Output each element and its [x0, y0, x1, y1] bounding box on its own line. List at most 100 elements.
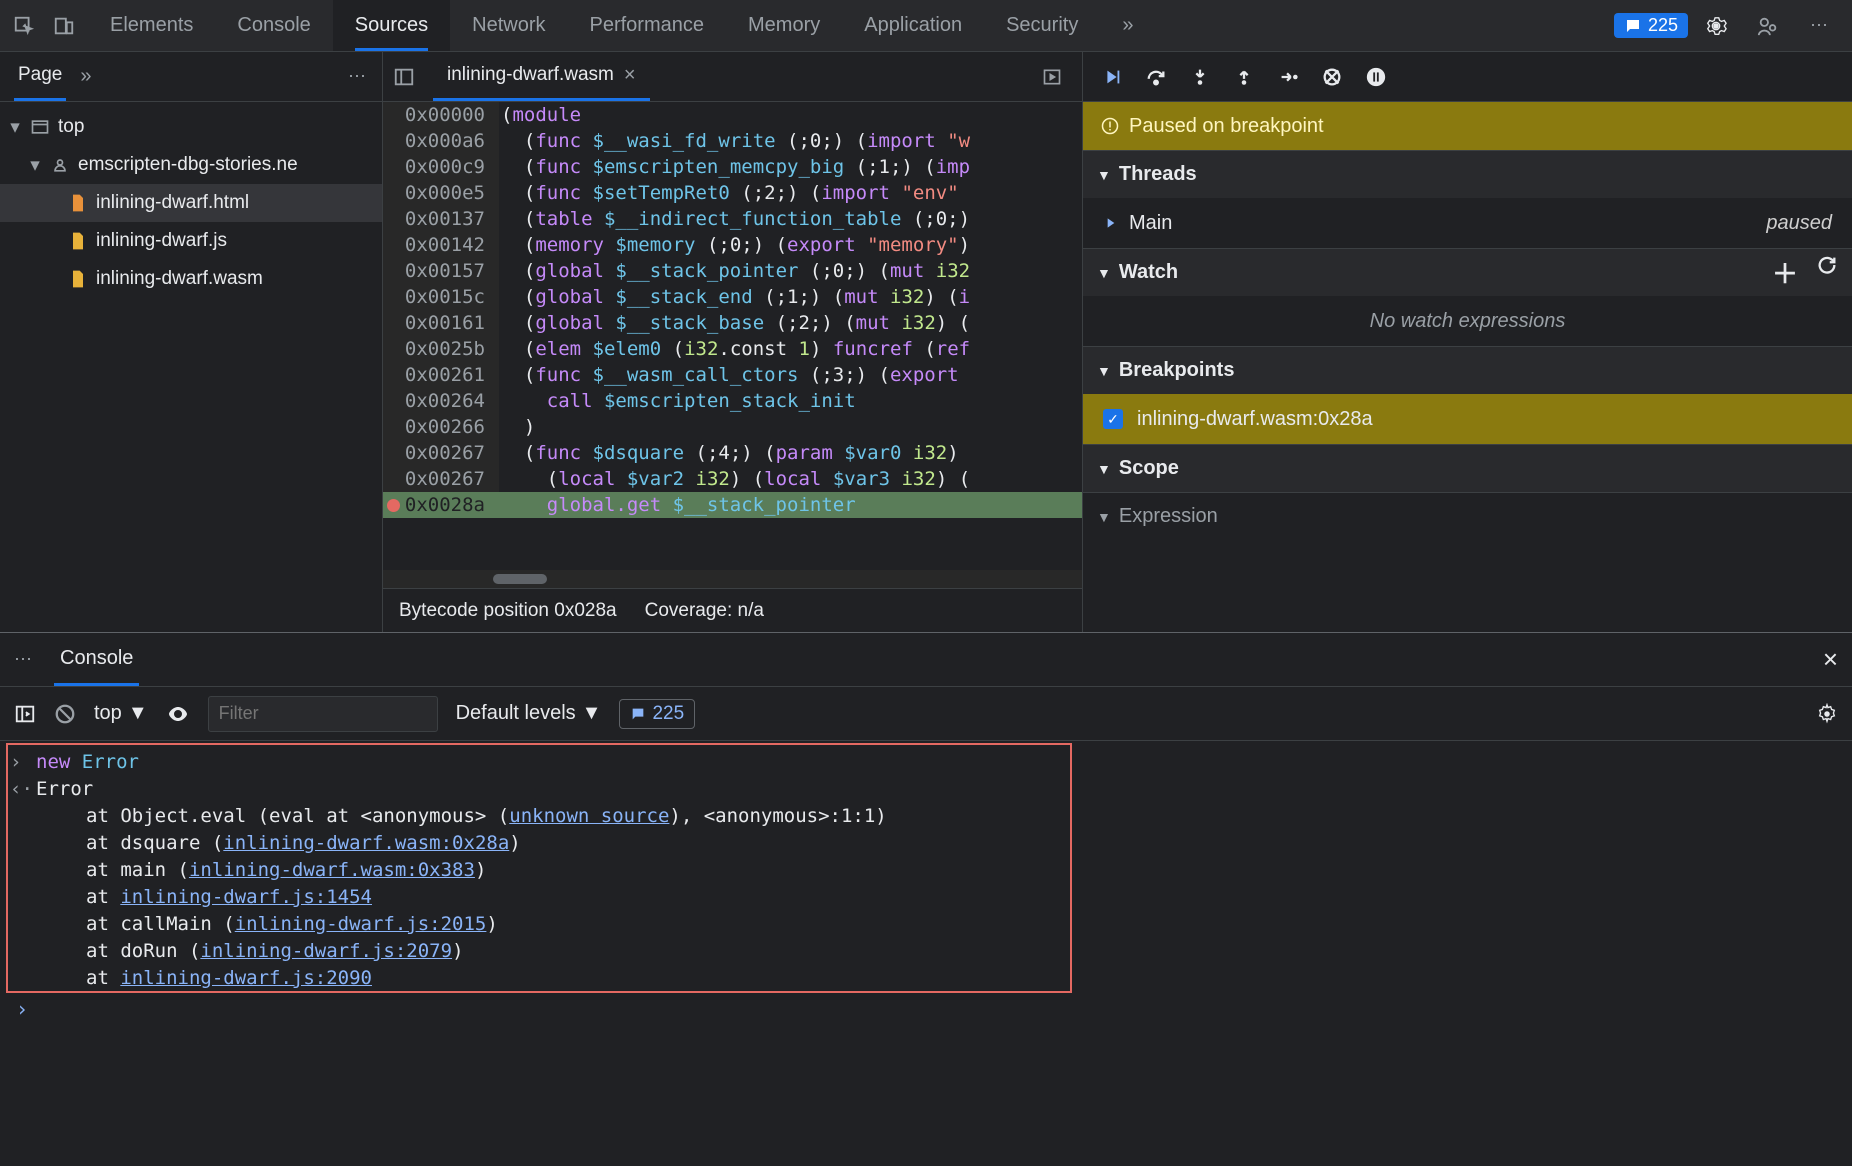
code-text: (global $__stack_pointer (;0;) (mut i32 [499, 258, 1082, 284]
tree-file[interactable]: inlining-dwarf.html [0, 184, 382, 222]
gutter-address[interactable]: 0x000a6 [383, 128, 499, 154]
main-tab-security[interactable]: Security [984, 0, 1100, 51]
tree-origin[interactable]: ▾ emscripten-dbg-stories.ne [0, 146, 382, 184]
main-tab-memory[interactable]: Memory [726, 0, 842, 51]
code-line[interactable]: 0x000e5 (func $setTempRet0 (;2;) (import… [383, 180, 1082, 206]
tree-frame-top[interactable]: ▾ top [0, 108, 382, 146]
step-into-icon[interactable] [1189, 66, 1211, 88]
console-filter-input[interactable] [208, 696, 438, 732]
code-line[interactable]: 0x00137 (table $__indirect_function_tabl… [383, 206, 1082, 232]
code-line[interactable]: 0x00267 (local $var2 i32) (local $var3 i… [383, 466, 1082, 492]
gutter-address[interactable]: 0x0025b [383, 336, 499, 362]
t: at main ( [86, 859, 189, 881]
gutter-address[interactable]: 0x00261 [383, 362, 499, 388]
tree-file[interactable]: inlining-dwarf.wasm [0, 260, 382, 298]
console-issues-badge[interactable]: 225 [619, 699, 695, 729]
gutter-address[interactable]: 0x00161 [383, 310, 499, 336]
source-link[interactable]: unknown source [509, 805, 669, 827]
gutter-address[interactable]: 0x00157 [383, 258, 499, 284]
code-line[interactable]: 0x00157 (global $__stack_pointer (;0;) (… [383, 258, 1082, 284]
gutter-address[interactable]: 0x00264 [383, 388, 499, 414]
close-icon[interactable]: × [624, 64, 636, 87]
clear-console-icon[interactable] [54, 703, 76, 725]
drawer-more-icon[interactable]: ⋯ [14, 649, 34, 670]
breakpoint-row[interactable]: ✓ inlining-dwarf.wasm:0x28a [1083, 394, 1852, 444]
live-expression-icon[interactable] [166, 702, 190, 726]
gutter-address[interactable]: 0x00142 [383, 232, 499, 258]
main-tab-network[interactable]: Network [450, 0, 567, 51]
gutter-address[interactable]: 0x000e5 [383, 180, 499, 206]
console-settings-icon[interactable] [1816, 703, 1838, 725]
breakpoints-section-header[interactable]: ▼Breakpoints [1083, 346, 1852, 394]
gutter-address[interactable]: 0x000c9 [383, 154, 499, 180]
scope-expression-header[interactable]: ▼Expression [1083, 492, 1852, 540]
threads-section-header[interactable]: ▼Threads [1083, 150, 1852, 198]
code-line[interactable]: 0x00266 ) [383, 414, 1082, 440]
breakpoint-checkbox[interactable]: ✓ [1103, 409, 1123, 429]
step-icon[interactable] [1277, 66, 1299, 88]
log-levels-selector[interactable]: Default levels ▼ [456, 702, 602, 725]
code-editor[interactable]: 0x00000(module0x000a6 (func $__wasi_fd_w… [383, 102, 1082, 570]
step-over-icon[interactable] [1145, 66, 1167, 88]
source-link[interactable]: inlining-dwarf.wasm:0x383 [189, 859, 475, 881]
console-output[interactable]: ›new Error ‹·Error at Object.eval (eval … [0, 741, 1852, 1166]
code-line[interactable]: 0x00261 (func $__wasm_call_ctors (;3;) (… [383, 362, 1082, 388]
code-line[interactable]: 0x00264 call $emscripten_stack_init [383, 388, 1082, 414]
gutter-address[interactable]: 0x00267 [383, 466, 499, 492]
gutter-address[interactable]: 0x00266 [383, 414, 499, 440]
context-selector[interactable]: top ▼ [94, 702, 148, 725]
console-sidebar-toggle-icon[interactable] [14, 703, 36, 725]
main-tab-console[interactable]: Console [215, 0, 332, 51]
source-link[interactable]: inlining-dwarf.js:2090 [120, 967, 372, 989]
resume-icon[interactable] [1101, 66, 1123, 88]
more-icon[interactable]: ⋯ [1804, 10, 1836, 42]
inspect-icon[interactable] [8, 10, 40, 42]
navigator-tab-page[interactable]: Page [14, 52, 66, 101]
scope-section-header[interactable]: ▼Scope [1083, 444, 1852, 492]
editor-scrollbar[interactable] [383, 570, 1082, 588]
console-prompt[interactable]: › [10, 992, 1842, 1027]
pause-exceptions-icon[interactable] [1365, 66, 1387, 88]
gutter-address[interactable]: 0x00000 [383, 102, 499, 128]
code-line[interactable]: 0x0025b (elem $elem0 (i32.const 1) funcr… [383, 336, 1082, 362]
device-mode-icon[interactable] [48, 10, 80, 42]
issues-badge[interactable]: 225 [1614, 13, 1688, 38]
code-line[interactable]: 0x00267 (func $dsquare (;4;) (param $var… [383, 440, 1082, 466]
tabs-overflow-icon[interactable]: » [1100, 0, 1155, 51]
drawer-tab-console[interactable]: Console [54, 633, 139, 686]
tree-file[interactable]: inlining-dwarf.js [0, 222, 382, 260]
main-tab-elements[interactable]: Elements [88, 0, 215, 51]
code-line[interactable]: 0x000a6 (func $__wasi_fd_write (;0;) (im… [383, 128, 1082, 154]
gutter-address[interactable]: 0x00267 [383, 440, 499, 466]
gutter-address[interactable]: 0x0015c [383, 284, 499, 310]
settings-icon[interactable] [1700, 10, 1732, 42]
code-line[interactable]: 0x0015c (global $__stack_end (;1;) (mut … [383, 284, 1082, 310]
source-link[interactable]: inlining-dwarf.wasm:0x28a [223, 832, 509, 854]
navigator-more-icon[interactable]: ⋯ [348, 66, 368, 87]
thread-row-main[interactable]: Main paused [1083, 198, 1852, 248]
refresh-watch-icon[interactable] [1816, 254, 1838, 291]
source-link[interactable]: inlining-dwarf.js:2079 [200, 940, 452, 962]
navigator-toggle-icon[interactable] [393, 66, 423, 88]
add-watch-icon[interactable]: ＋ [1772, 254, 1798, 291]
editor-tab[interactable]: inlining-dwarf.wasm × [433, 52, 650, 101]
gutter-address[interactable]: 0x00137 [383, 206, 499, 232]
gutter-address[interactable]: 0x0028a [383, 492, 499, 518]
code-line[interactable]: 0x00000(module [383, 102, 1082, 128]
source-link[interactable]: inlining-dwarf.js:1454 [120, 886, 372, 908]
main-tab-application[interactable]: Application [842, 0, 984, 51]
step-out-icon[interactable] [1233, 66, 1255, 88]
main-tab-performance[interactable]: Performance [568, 0, 727, 51]
close-drawer-icon[interactable]: × [1823, 644, 1838, 675]
code-line[interactable]: 0x000c9 (func $emscripten_memcpy_big (;1… [383, 154, 1082, 180]
deactivate-breakpoints-icon[interactable] [1321, 66, 1343, 88]
source-link[interactable]: inlining-dwarf.js:2015 [235, 913, 487, 935]
watch-section-header[interactable]: ▼Watch ＋ [1083, 248, 1852, 296]
run-snippet-icon[interactable] [1042, 67, 1072, 87]
main-tab-sources[interactable]: Sources [333, 0, 450, 51]
customize-icon[interactable] [1752, 10, 1784, 42]
code-line[interactable]: 0x0028a global.get $__stack_pointer [383, 492, 1082, 518]
code-line[interactable]: 0x00142 (memory $memory (;0;) (export "m… [383, 232, 1082, 258]
code-line[interactable]: 0x00161 (global $__stack_base (;2;) (mut… [383, 310, 1082, 336]
navigator-overflow-icon[interactable]: » [80, 65, 91, 88]
